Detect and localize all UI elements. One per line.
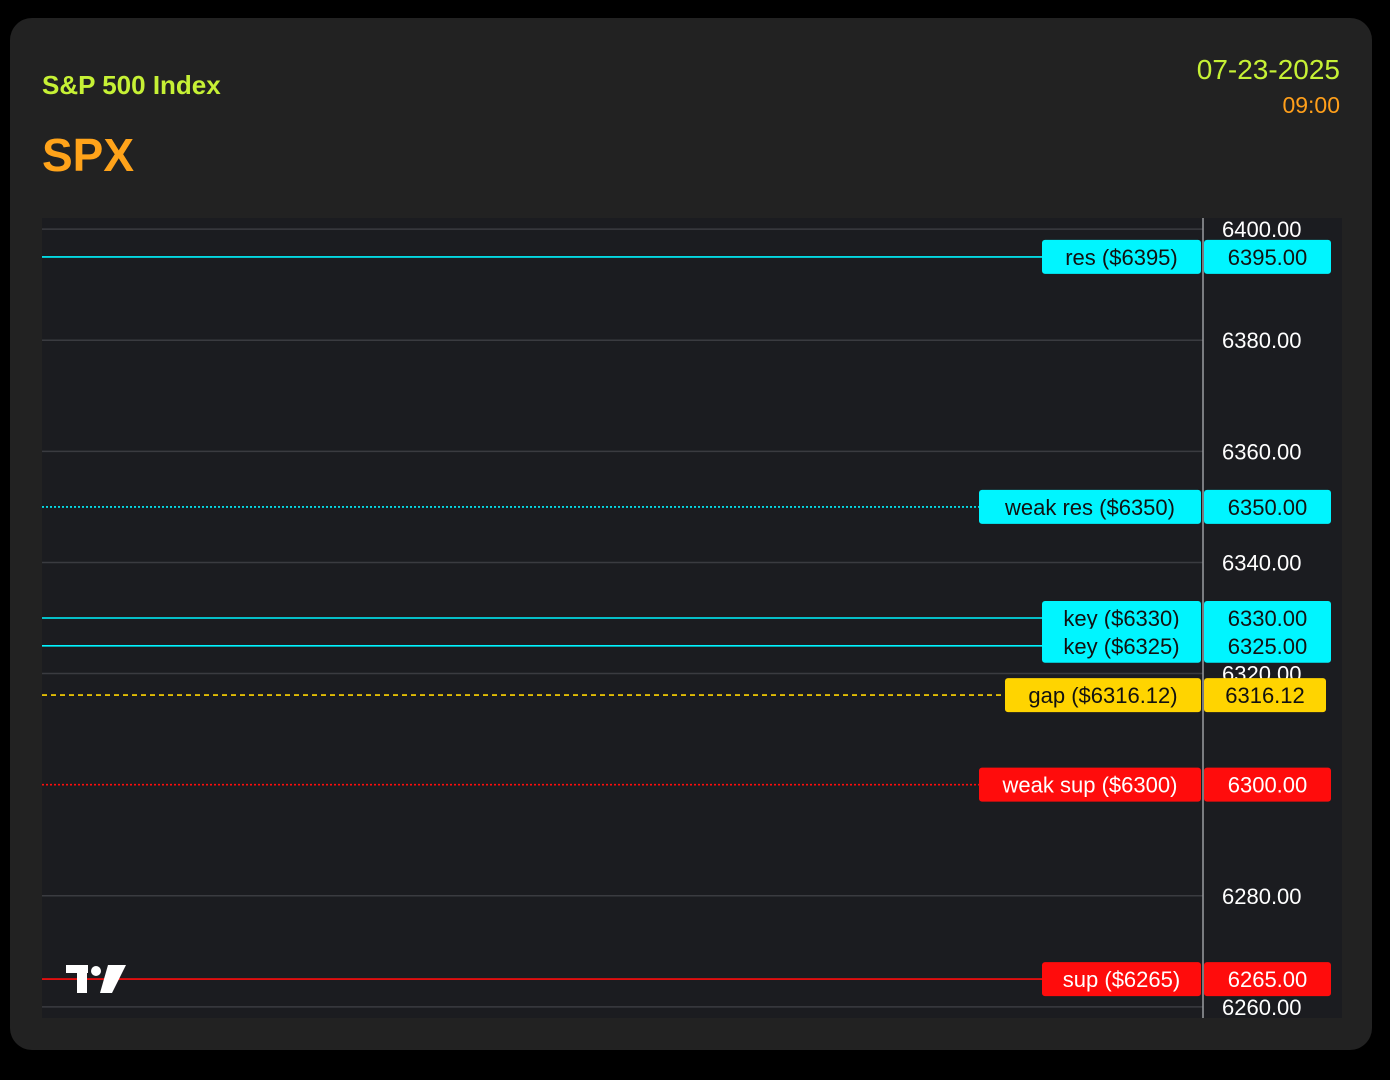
y-tick-label: 6360.00	[1222, 439, 1302, 464]
date-label: 07-23-2025	[1196, 54, 1340, 85]
y-tick-label: 6400.00	[1222, 218, 1302, 242]
levels-chart[interactable]: 6400.006380.006360.006340.006320.006280.…	[42, 218, 1342, 1018]
level-label: key ($6325)	[1063, 634, 1179, 659]
price-marker-label: 6300.00	[1228, 773, 1308, 798]
level-label: sup ($6265)	[1063, 967, 1180, 992]
y-tick-label: 6260.00	[1222, 995, 1302, 1018]
price-marker-label: 6316.12	[1225, 683, 1305, 708]
index-name: S&P 500 Index	[42, 70, 221, 100]
y-tick-label: 6380.00	[1222, 328, 1302, 353]
price-marker-label: 6395.00	[1228, 245, 1308, 270]
level-label: key ($6330)	[1063, 606, 1179, 631]
level-label: weak sup ($6300)	[1002, 773, 1178, 798]
time-label: 09:00	[1282, 92, 1340, 118]
level-label: res ($6395)	[1065, 245, 1178, 270]
y-tick-label: 6280.00	[1222, 884, 1302, 909]
y-tick-label: 6340.00	[1222, 550, 1302, 575]
tradingview-logo-icon	[66, 965, 126, 993]
price-marker-label: 6350.00	[1228, 495, 1308, 520]
level-label: weak res ($6350)	[1004, 495, 1175, 520]
price-marker-label: 6330.00	[1228, 606, 1308, 631]
ticker-symbol: SPX	[42, 129, 135, 181]
price-marker-label: 6265.00	[1228, 967, 1308, 992]
level-label: gap ($6316.12)	[1028, 683, 1177, 708]
price-marker-label: 6325.00	[1228, 634, 1308, 659]
